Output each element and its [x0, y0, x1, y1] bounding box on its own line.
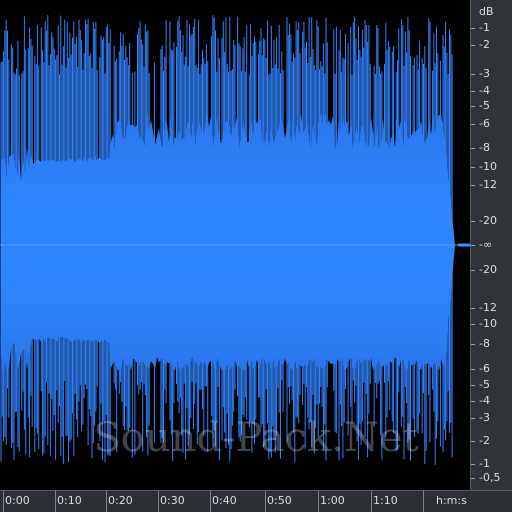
- db-tick: [471, 464, 475, 465]
- db-label: -2: [479, 38, 490, 51]
- time-label: 1:10: [373, 494, 398, 507]
- db-tick: [471, 385, 475, 386]
- db-tick: [471, 418, 475, 419]
- db-label: -3: [479, 411, 490, 424]
- db-tick: [471, 124, 475, 125]
- db-tick: [471, 45, 475, 46]
- db-tick: [471, 369, 475, 370]
- db-label: -1: [479, 21, 490, 34]
- db-label: -10: [479, 160, 497, 173]
- time-tick: [158, 491, 159, 512]
- db-tick: [471, 270, 475, 271]
- db-label: -1: [479, 457, 490, 470]
- db-label: -10: [479, 317, 497, 330]
- time-label: 0:00: [5, 494, 30, 507]
- time-tick: [318, 491, 319, 512]
- db-label: -∞: [479, 238, 493, 251]
- time-tick: [265, 491, 266, 512]
- waveform-view[interactable]: [0, 0, 470, 490]
- db-ruler: dB -1 -2 -3 -4 -5 -6 -8 -10 -12 -20 -∞ -20 -12 -10 -8 -…: [470, 0, 512, 490]
- db-label: -6: [479, 362, 490, 375]
- time-unit-label: h:m:s: [436, 494, 467, 507]
- db-label: -4: [479, 394, 490, 407]
- db-label: -20: [479, 214, 497, 227]
- time-tick: [55, 491, 56, 512]
- db-tick: [471, 344, 475, 345]
- db-tick: [471, 401, 475, 402]
- db-label: -3: [479, 67, 490, 80]
- db-tick: [471, 324, 475, 325]
- db-tick: [471, 185, 475, 186]
- time-tick: [106, 491, 107, 512]
- db-label: -12: [479, 301, 497, 314]
- db-tick: [471, 106, 475, 107]
- waveform-graph[interactable]: [0, 0, 470, 490]
- db-tick: [471, 221, 475, 222]
- db-label: -4: [479, 84, 490, 97]
- db-unit-label: dB: [479, 5, 494, 18]
- db-tick: [471, 91, 475, 92]
- time-ruler[interactable]: 0:00 0:10 0:20 0:30 0:40 0:50 1:00 1:10 h:m:s: [0, 490, 512, 512]
- db-label: -5: [479, 378, 490, 391]
- time-label: 1:00: [320, 494, 345, 507]
- db-label: -2: [479, 434, 490, 447]
- time-tick: [371, 491, 372, 512]
- time-tick: [3, 491, 4, 512]
- time-label: 0:10: [57, 494, 82, 507]
- db-tick: [471, 245, 475, 246]
- db-tick: [471, 148, 475, 149]
- time-label: 0:50: [267, 494, 292, 507]
- time-label: 0:20: [108, 494, 133, 507]
- db-tick: [471, 308, 475, 309]
- db-label: -5: [479, 99, 490, 112]
- db-tick: [471, 441, 475, 442]
- db-label: -6: [479, 117, 490, 130]
- db-label: -0,5: [479, 471, 501, 484]
- db-tick: [471, 74, 475, 75]
- time-tick: [423, 491, 424, 512]
- time-label: 0:30: [160, 494, 185, 507]
- time-label: 0:40: [212, 494, 237, 507]
- db-tick: [471, 478, 475, 479]
- db-label: -12: [479, 178, 497, 191]
- db-tick: [471, 167, 475, 168]
- db-label: -20: [479, 263, 497, 276]
- time-tick: [210, 491, 211, 512]
- db-tick: [471, 28, 475, 29]
- db-label: -8: [479, 141, 490, 154]
- db-label: -8: [479, 337, 490, 350]
